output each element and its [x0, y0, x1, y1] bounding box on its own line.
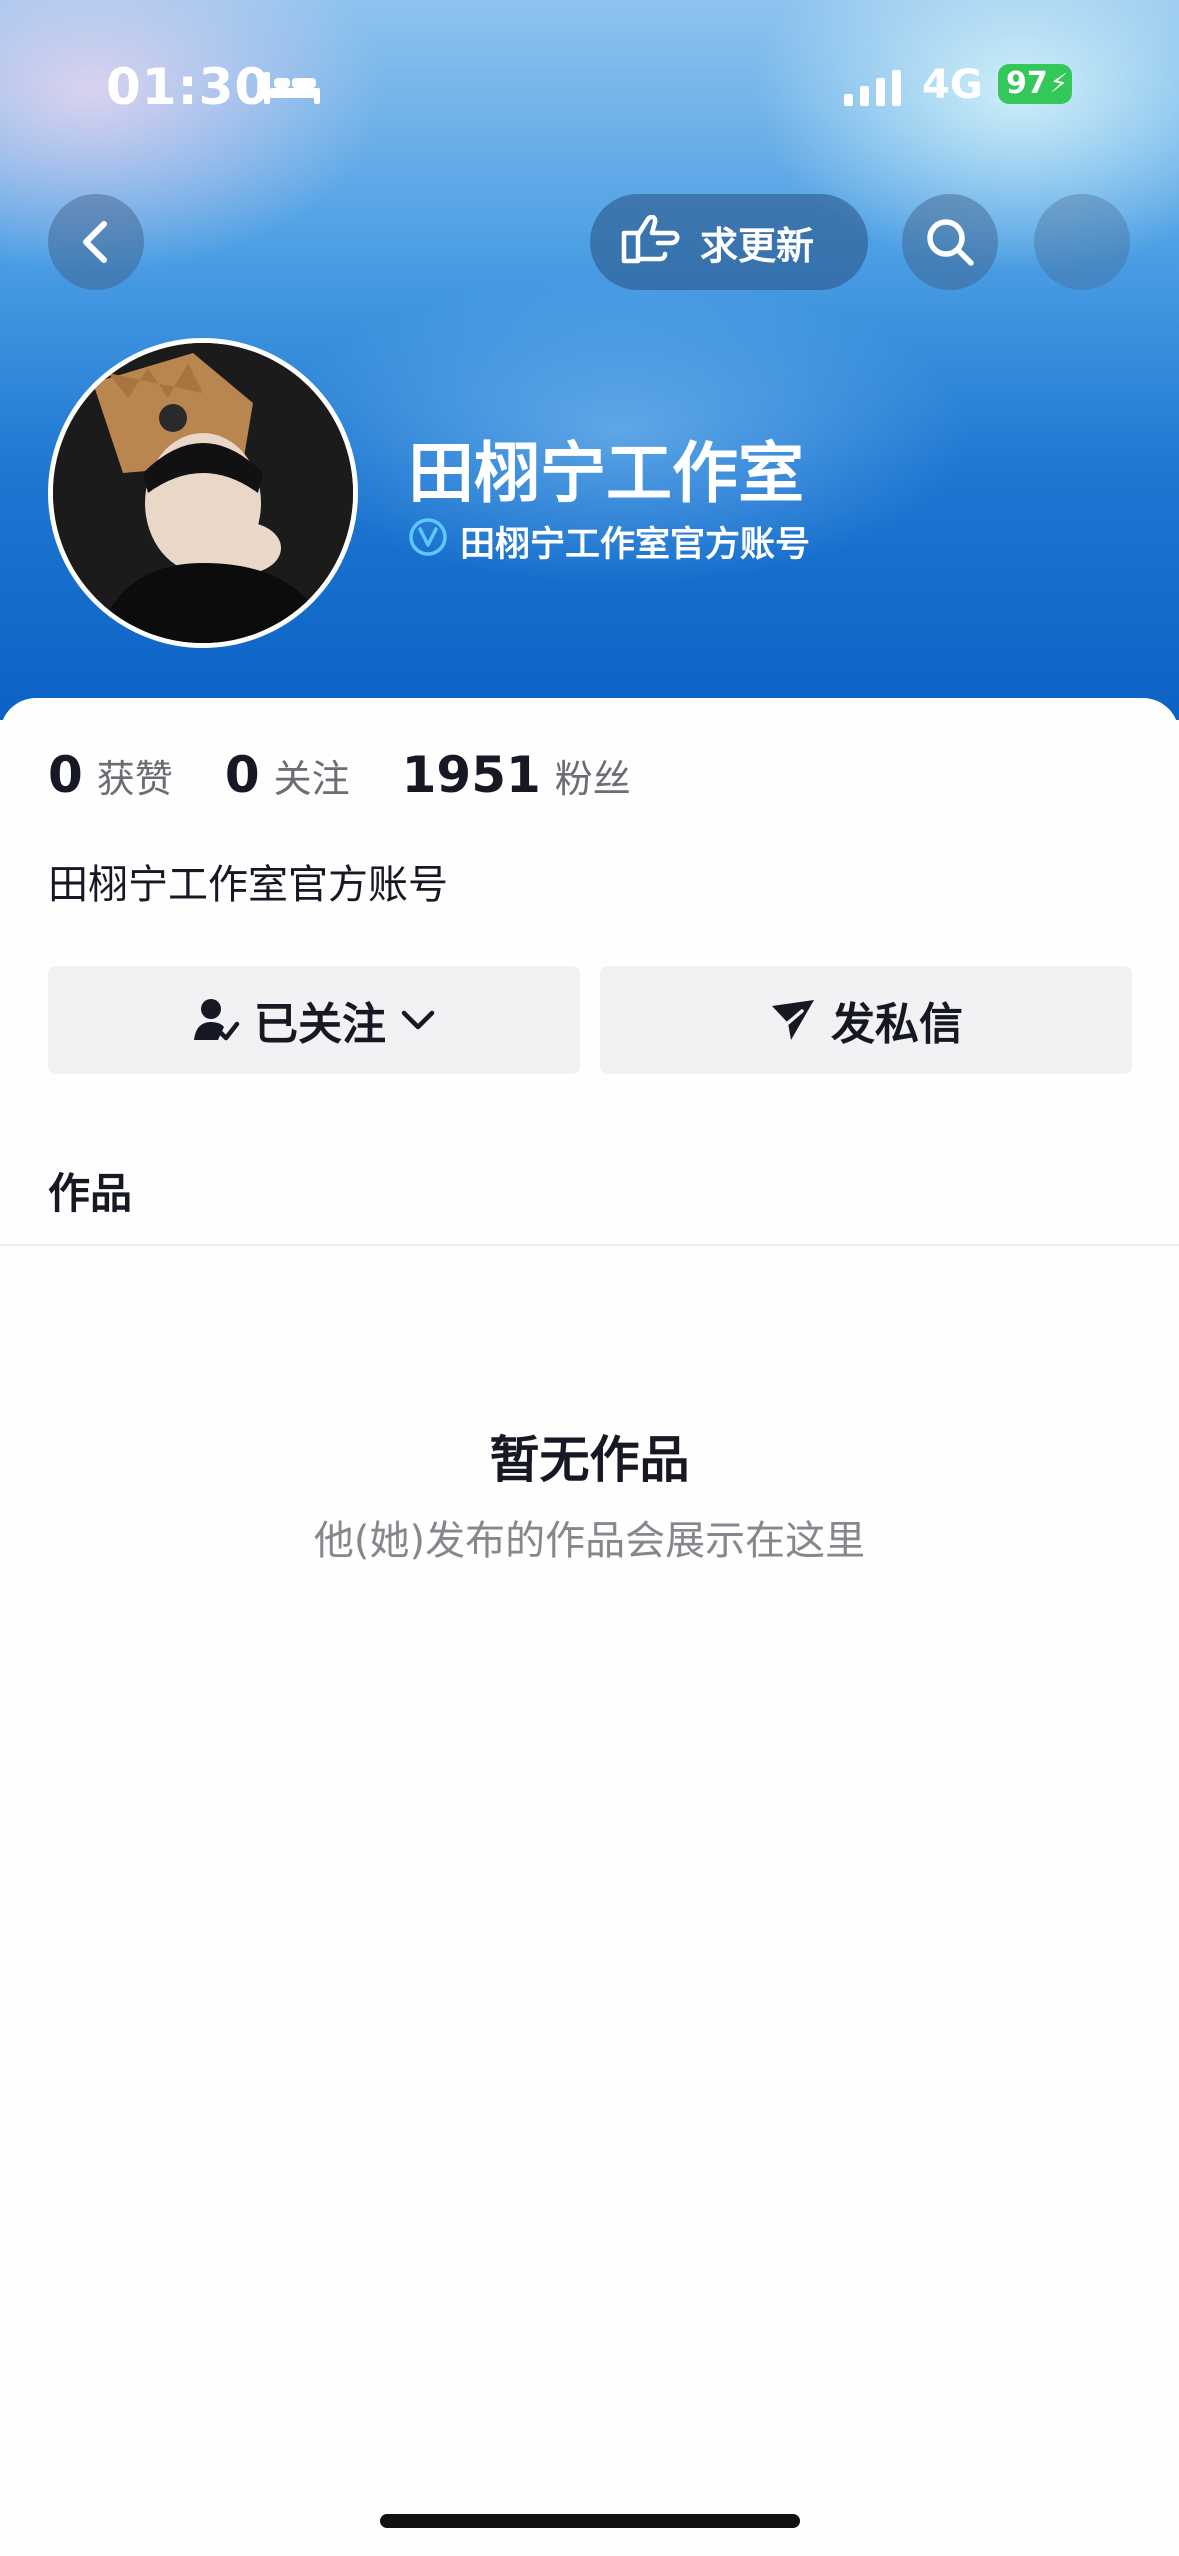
chevron-down-icon: [401, 1010, 435, 1030]
more-options-button[interactable]: [1034, 194, 1130, 290]
following-button[interactable]: 已关注: [48, 966, 580, 1074]
stat-value: 1951: [401, 746, 541, 804]
send-message-button[interactable]: 发私信: [600, 966, 1132, 1074]
profile-avatar[interactable]: [48, 338, 358, 648]
verified-label: 田栩宁工作室官方账号: [460, 525, 811, 565]
empty-state-subtitle: 他(她)发布的作品会展示在这里: [313, 1518, 866, 1564]
tab-divider: [0, 1244, 1179, 1246]
battery-indicator: 97 ⚡: [998, 64, 1072, 104]
empty-state-title: 暂无作品: [489, 1431, 690, 1489]
home-indicator[interactable]: [380, 2514, 800, 2528]
search-button[interactable]: [902, 194, 998, 290]
stat-label: 关注: [273, 757, 350, 801]
back-button[interactable]: [48, 194, 144, 290]
sleep-focus-icon: [264, 70, 320, 108]
stat-likes[interactable]: 0 获赞: [48, 746, 173, 804]
profile-name: 田栩宁工作室: [408, 435, 804, 512]
stat-value: 0: [224, 746, 260, 804]
send-message-label: 发私信: [831, 999, 963, 1050]
verified-icon: [408, 517, 448, 566]
request-update-label: 求更新: [700, 223, 815, 268]
stat-value: 0: [48, 746, 83, 804]
status-bar: 01:30 4G 97 ⚡: [0, 58, 1179, 118]
stat-following[interactable]: 0 关注: [225, 746, 350, 804]
charging-bolt-icon: ⚡: [1049, 69, 1068, 99]
stat-label: 粉丝: [554, 757, 631, 801]
profile-bio: 田栩宁工作室官方账号: [48, 862, 448, 908]
following-label: 已关注: [254, 999, 386, 1050]
request-update-button[interactable]: 求更新: [590, 194, 868, 290]
verified-badge: 田栩宁工作室官方账号: [408, 516, 810, 567]
tab-works[interactable]: 作品: [48, 1160, 132, 1221]
stat-label: 获赞: [96, 757, 173, 801]
profile-stats: 0 获赞 0 关注 1951 粉丝: [48, 746, 683, 804]
cellular-signal-icon: [844, 68, 904, 112]
stat-followers[interactable]: 1951 粉丝: [402, 746, 631, 804]
search-icon: [927, 219, 974, 266]
status-time: 01:30: [106, 58, 271, 116]
network-type: 4G: [922, 62, 983, 108]
user-check-icon: [194, 999, 240, 1041]
send-icon: [772, 1000, 814, 1040]
chevron-left-icon: [83, 221, 107, 263]
pointing-hand-icon: [620, 214, 680, 269]
